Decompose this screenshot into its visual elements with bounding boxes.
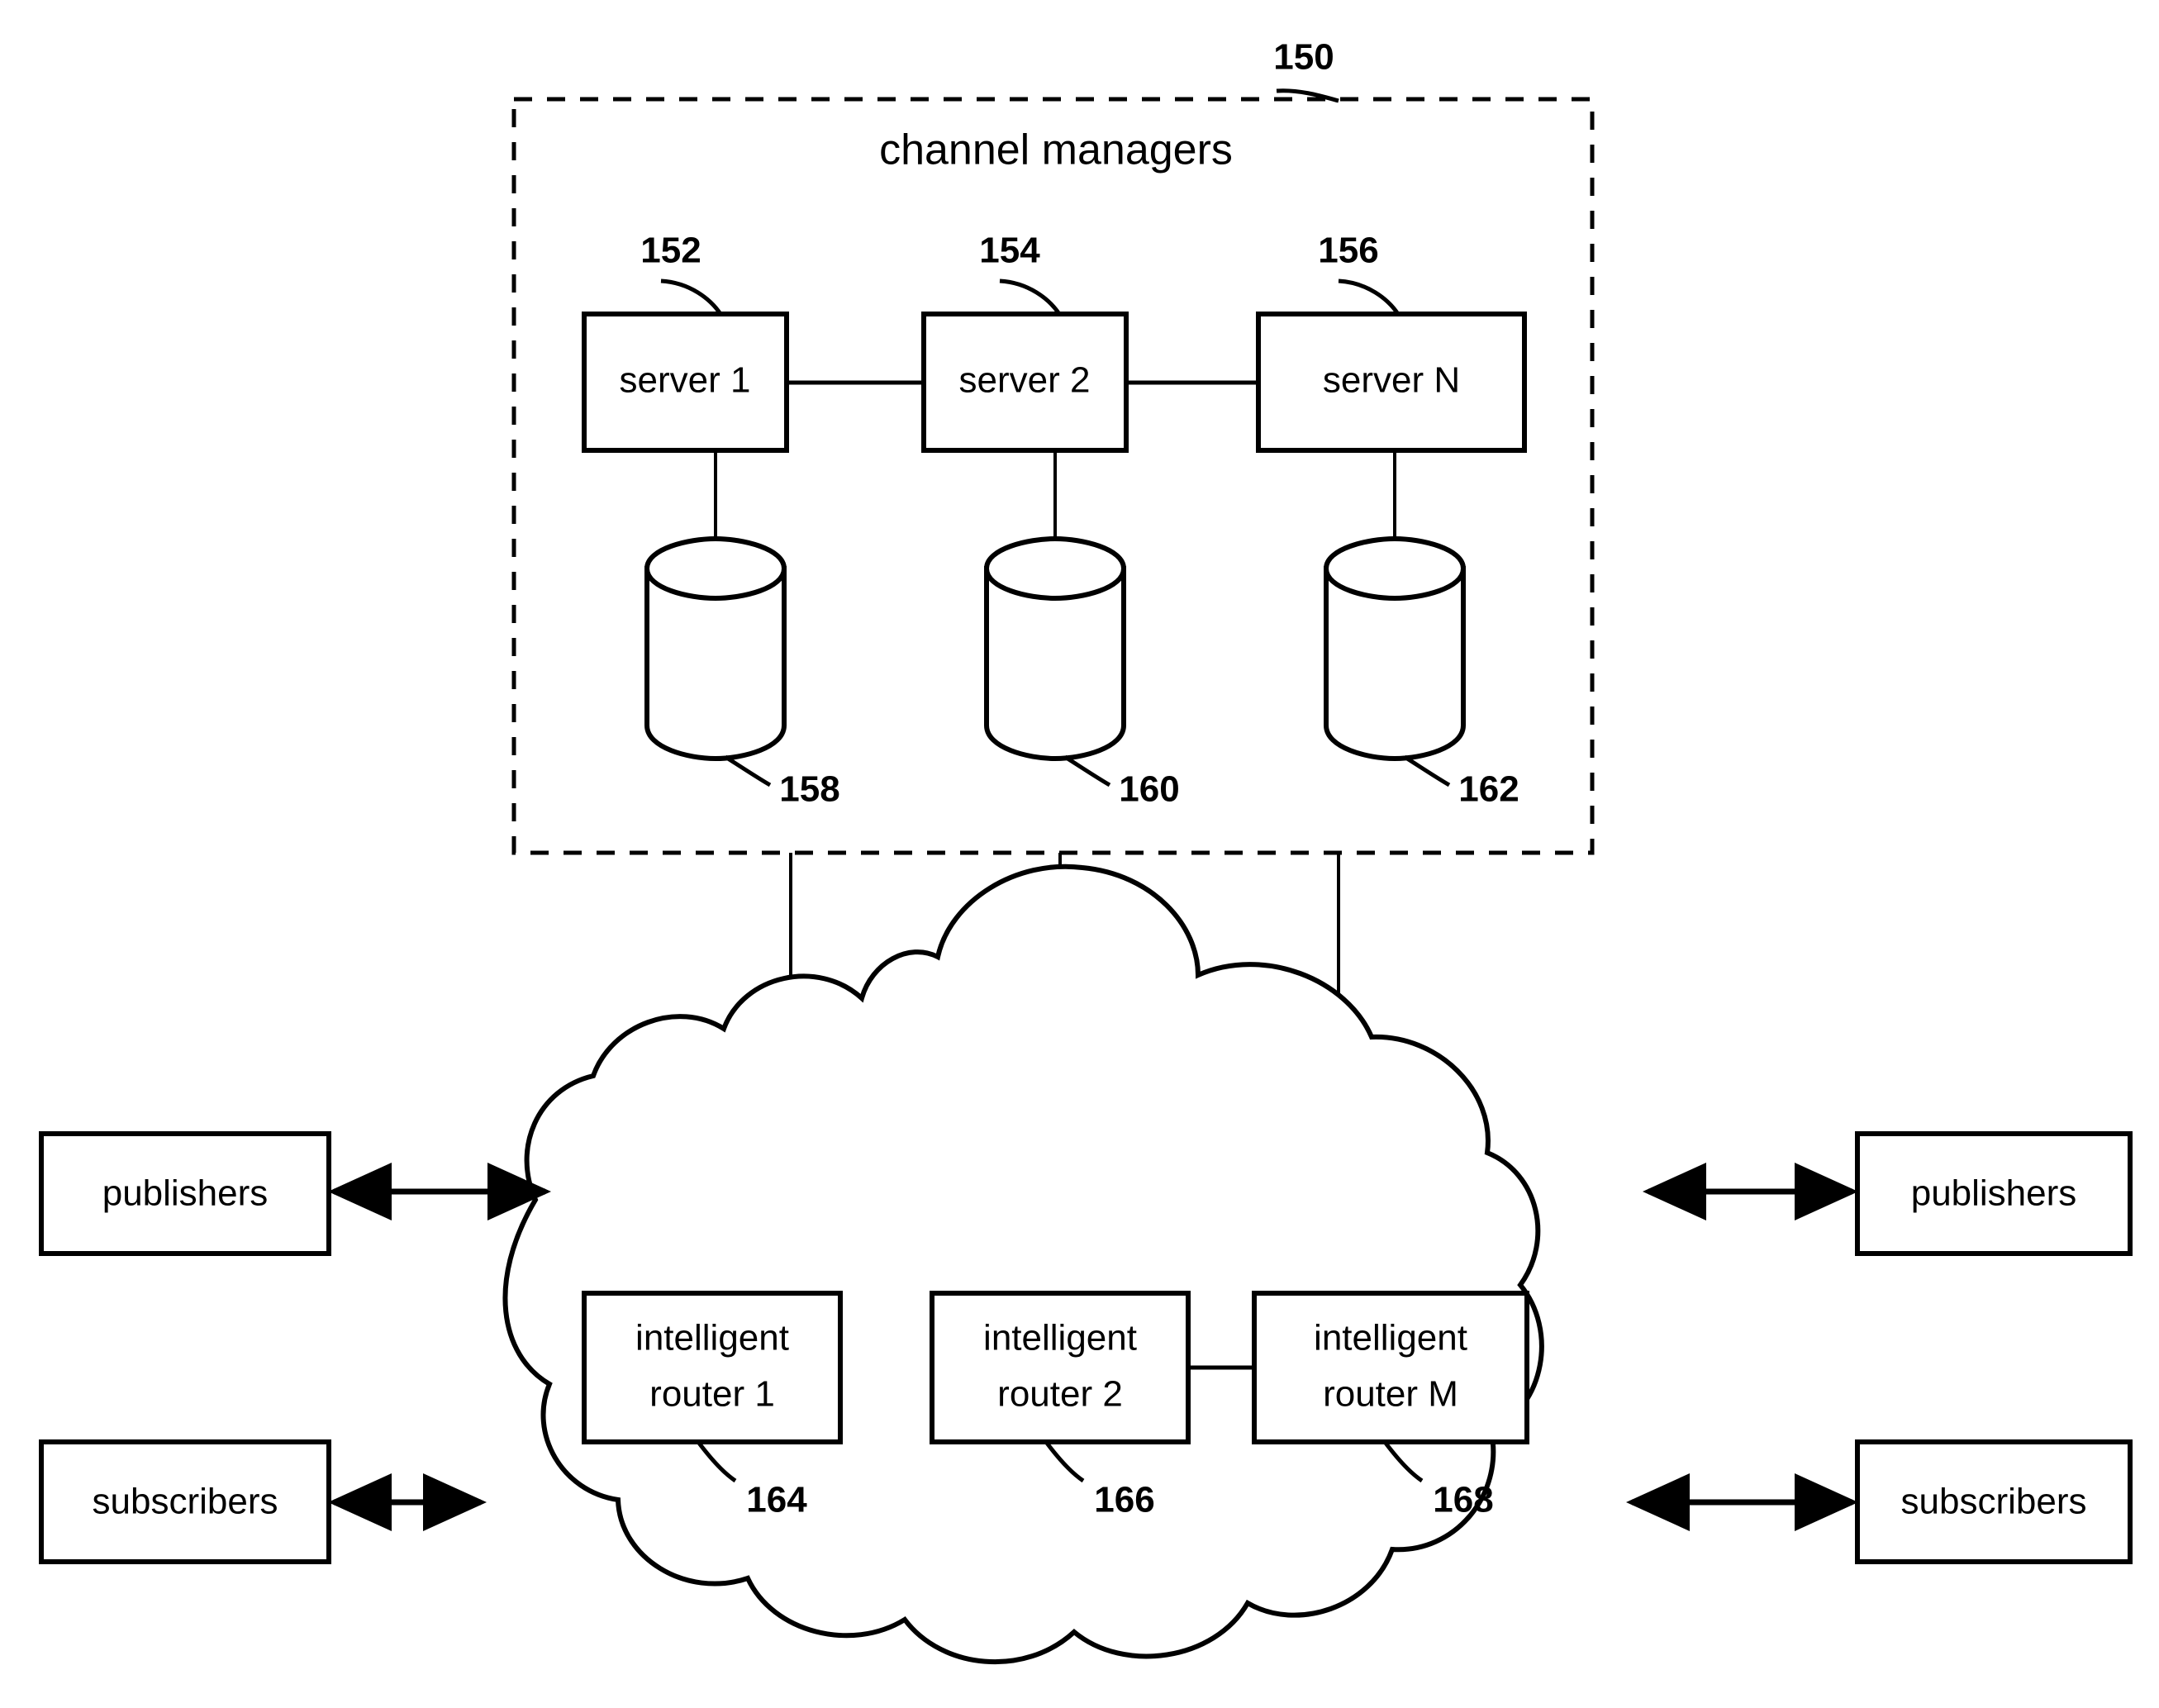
router-box-3[interactable]: [1252, 1291, 1529, 1444]
database-cylinder-158[interactable]: [644, 535, 787, 762]
subscribers-label-left: subscribers: [93, 1482, 278, 1522]
subscribers-label-right: subscribers: [1901, 1482, 2087, 1522]
ref-number-162: 162: [1458, 769, 1519, 810]
ref-number-164: 164: [746, 1480, 807, 1520]
router-label-1-line1: intelligent: [635, 1318, 789, 1358]
leader-line-158: [724, 754, 772, 787]
publishers-label-right: publishers: [1911, 1173, 2077, 1214]
ref-number-158: 158: [779, 769, 839, 810]
leader-line-152: [660, 278, 723, 316]
ref-number-166: 166: [1094, 1480, 1154, 1520]
router-box-1[interactable]: [582, 1291, 843, 1444]
router-label-1-line2: router 1: [649, 1374, 775, 1415]
router-label-2-line2: router 2: [997, 1374, 1123, 1415]
ref-number-168: 168: [1433, 1480, 1493, 1520]
router-label-3-line2: router M: [1323, 1374, 1458, 1415]
server-label-2: server 2: [959, 360, 1091, 401]
diagram-canvas: channel managers 150 server 1 server 2 s…: [39, 37, 2133, 1665]
router-label-3-line1: intelligent: [1314, 1318, 1467, 1358]
database-cylinder-top-162: [1323, 535, 1467, 602]
publishers-label-left: publishers: [102, 1173, 269, 1214]
router-label-2-line1: intelligent: [983, 1318, 1137, 1358]
leader-line-160: [1063, 754, 1111, 787]
database-cylinder-160[interactable]: [983, 535, 1127, 762]
database-cylinder-162[interactable]: [1323, 535, 1467, 762]
server-label-3: server N: [1323, 360, 1460, 401]
channel-managers-title: channel managers: [879, 126, 1233, 174]
ref-number-150: 150: [1273, 37, 1334, 78]
network-cloud-icon: [502, 864, 1544, 1665]
leader-line-156: [1338, 278, 1400, 316]
patent-figure: channel managers 150 server 1 server 2 s…: [0, 0, 2159, 1708]
ref-number-156: 156: [1318, 231, 1378, 271]
ref-number-160: 160: [1119, 769, 1179, 810]
database-cylinder-top-160: [983, 535, 1127, 602]
server-label-1: server 1: [620, 360, 751, 401]
leader-line-154: [999, 278, 1062, 316]
ref-number-154: 154: [979, 231, 1040, 271]
router-box-2[interactable]: [930, 1291, 1191, 1444]
ref-number-152: 152: [640, 231, 701, 271]
leader-line-162: [1403, 754, 1451, 787]
database-cylinder-top-158: [644, 535, 787, 602]
